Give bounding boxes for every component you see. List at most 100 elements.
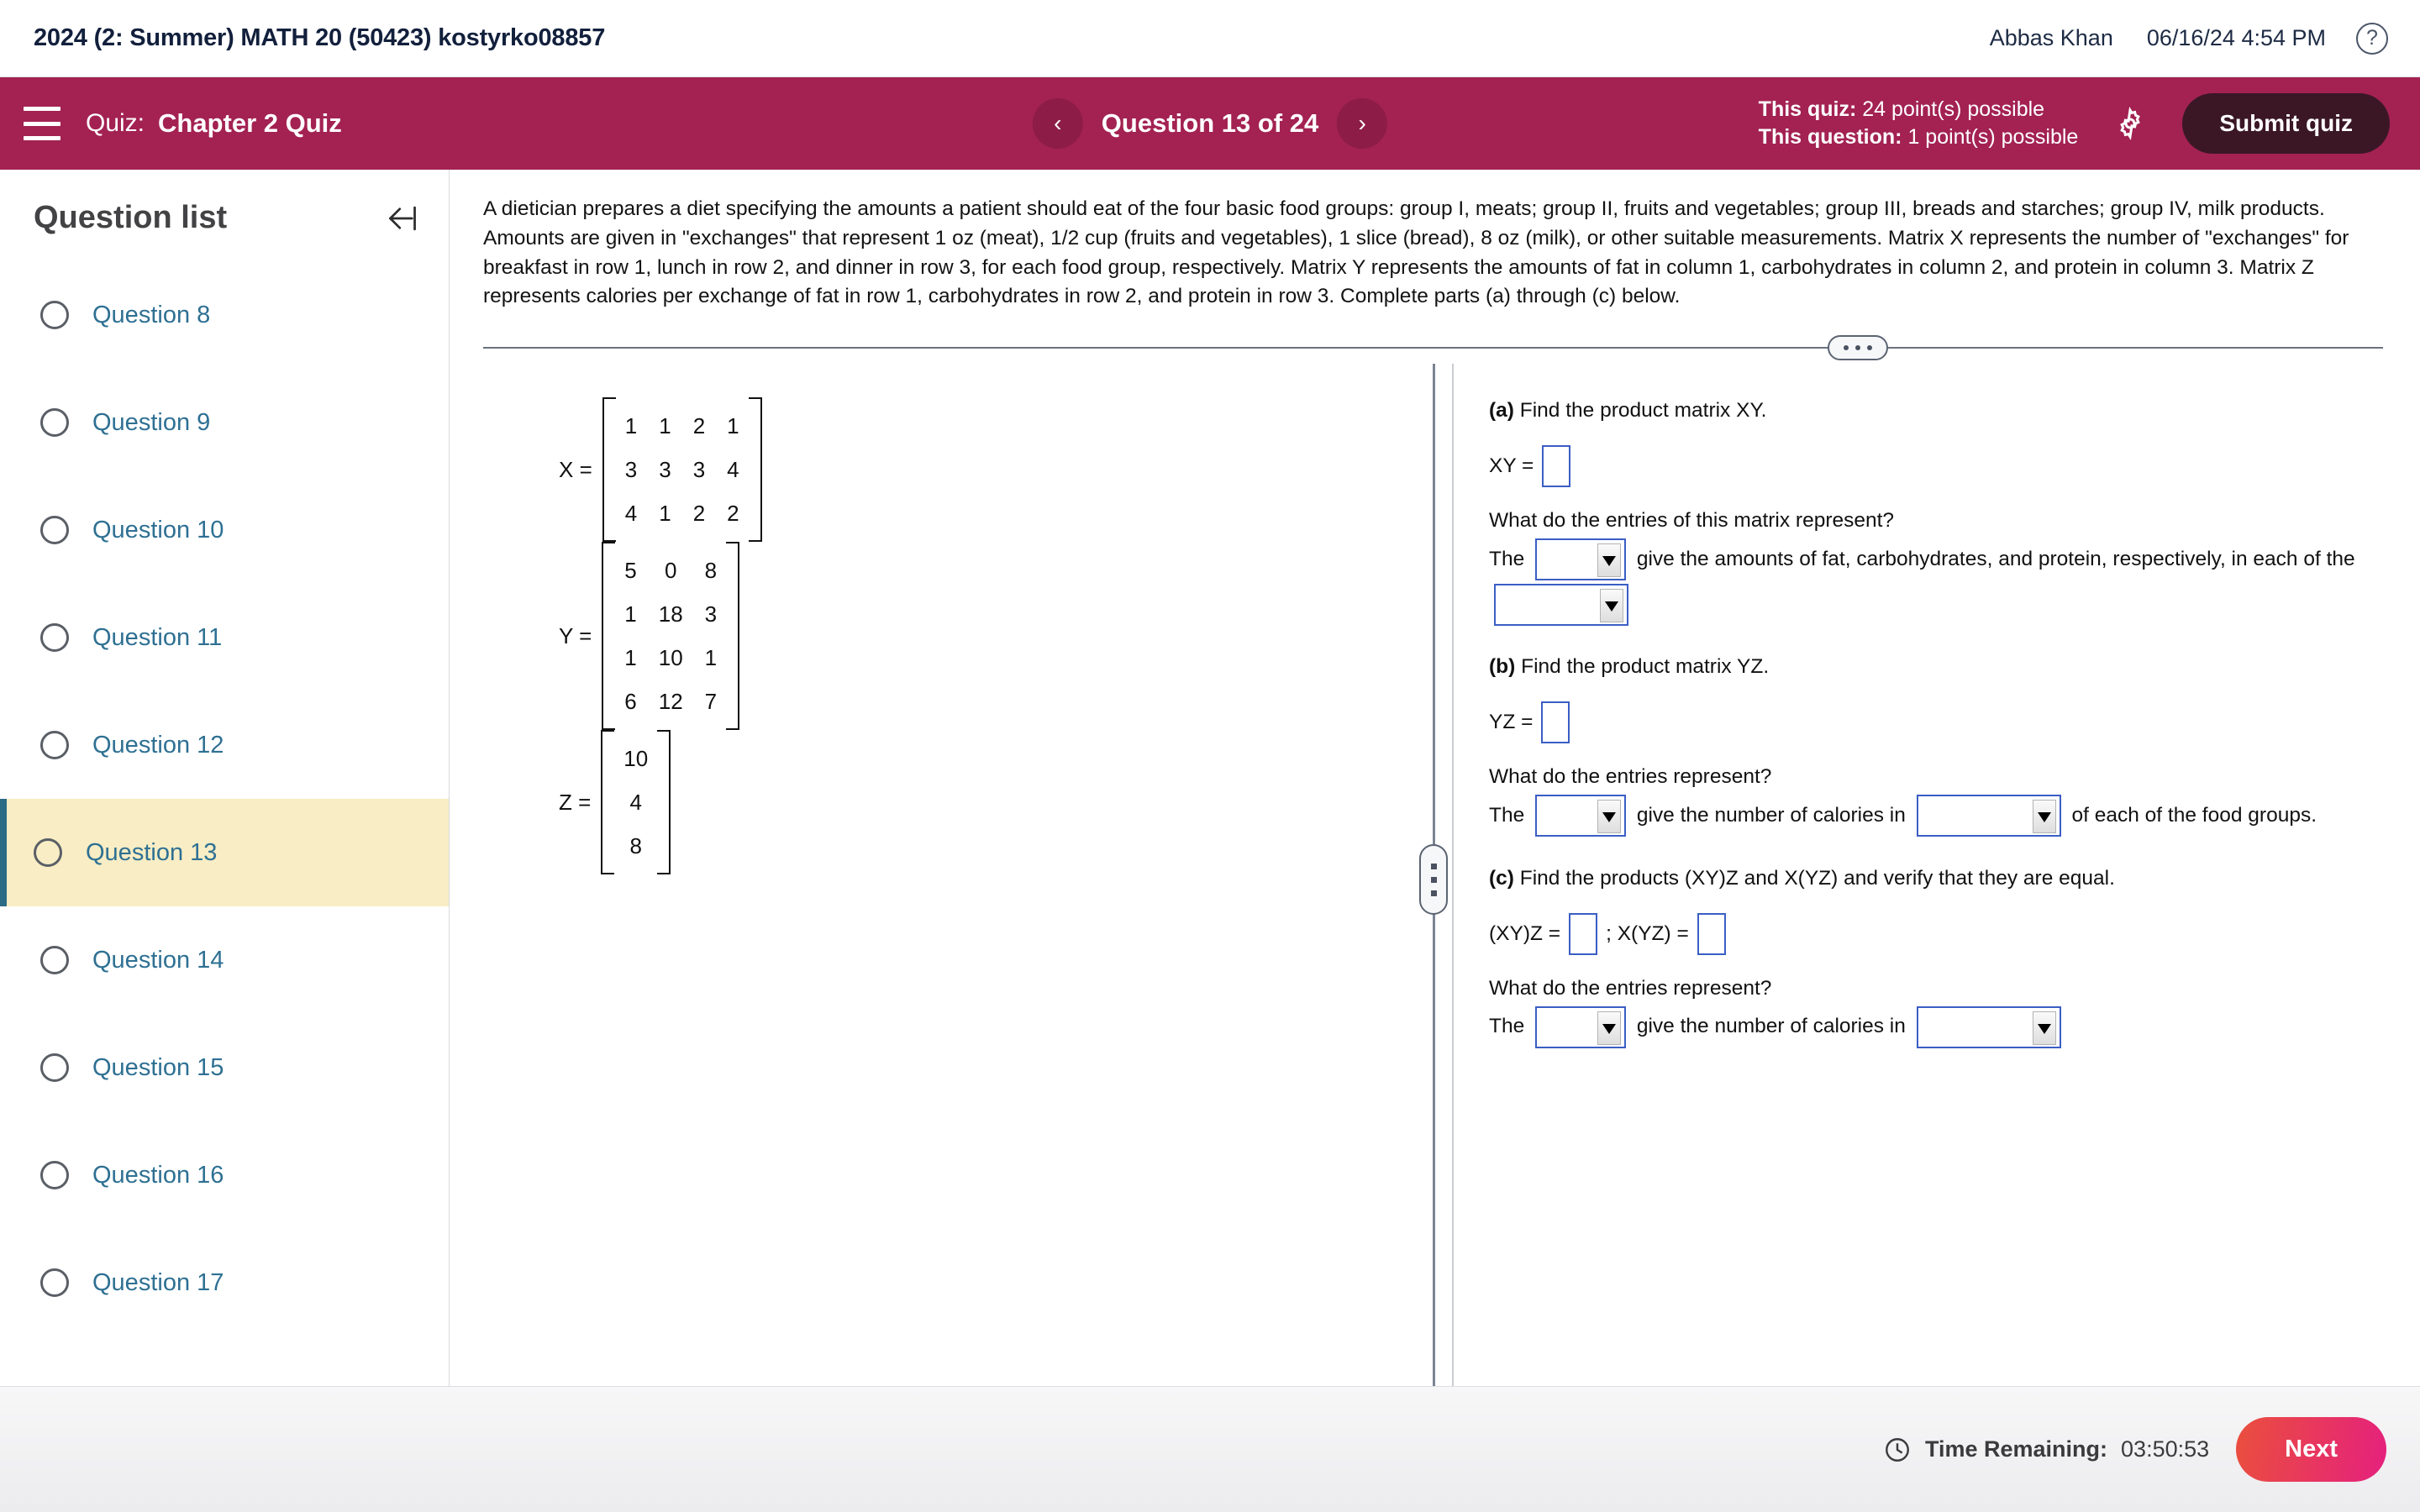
question-status-radio[interactable] — [40, 1268, 69, 1297]
part-a-dropdown-2[interactable] — [1494, 584, 1628, 627]
chevron-down-icon — [2037, 812, 2051, 823]
next-question-button[interactable]: › — [1337, 98, 1388, 149]
time-remaining-value: 03:50:53 — [2121, 1436, 2210, 1462]
part-b-answer-label: YZ = — [1489, 711, 1534, 734]
this-quiz-points: This quiz: 24 point(s) possible — [1759, 96, 2079, 123]
matrix-z-bracket: 10 4 8 — [601, 730, 671, 875]
quiz-toolbar-right: This quiz: 24 point(s) possible This que… — [1759, 93, 2390, 154]
sidebar-item-question-9[interactable]: Question 9 — [0, 369, 449, 476]
sidebar-item-label: Question 8 — [92, 301, 211, 328]
divider-line — [483, 347, 2383, 349]
drag-handle-dots-vertical-icon[interactable] — [1419, 844, 1448, 916]
part-a-label: (a) — [1489, 399, 1514, 423]
sidebar-item-label: Question 13 — [86, 838, 218, 866]
question-status-radio[interactable] — [40, 408, 69, 437]
sidebar-item-label: Question 15 — [92, 1053, 224, 1081]
points-summary: This quiz: 24 point(s) possible This que… — [1759, 96, 2079, 151]
part-a-dropdown-1[interactable] — [1535, 538, 1627, 581]
course-title: 2024 (2: Summer) MATH 20 (50423) kostyrk… — [34, 24, 606, 51]
matrix-cell: 8 — [704, 558, 718, 584]
matrix-x-label: X = — [559, 456, 592, 482]
matrix-cell: 7 — [704, 689, 718, 715]
matrix-y-label: Y = — [559, 622, 592, 648]
chevron-down-icon — [2037, 1023, 2051, 1034]
sidebar-item-label: Question 10 — [92, 516, 224, 543]
chevron-down-icon — [1605, 601, 1618, 612]
matrix-cell: 2 — [727, 501, 739, 527]
part-c-answer-row: (XY)Z = ; X(YZ) = — [1489, 912, 2386, 955]
stem-divider — [450, 330, 2420, 364]
question-status-radio[interactable] — [40, 1053, 69, 1082]
part-b-dropdown-2[interactable] — [1916, 795, 2061, 837]
this-question-value: 1 point(s) possible — [1907, 125, 2079, 149]
yz-answer-input[interactable] — [1541, 701, 1570, 744]
sidebar-item-question-14[interactable]: Question 14 — [0, 906, 449, 1014]
sidebar-item-question-13[interactable]: Question 13 — [0, 799, 449, 906]
hamburger-menu-icon[interactable] — [24, 107, 60, 140]
sidebar-item-question-15[interactable]: Question 15 — [0, 1014, 449, 1121]
quiz-name: Chapter 2 Quiz — [158, 108, 342, 138]
part-c-subquestion: What do the entries represent? — [1489, 976, 1772, 1000]
matrix-cell: 4 — [629, 790, 642, 816]
answer-form-pane: (a) Find the product matrix XY. XY = Wha… — [1454, 364, 2420, 1386]
question-status-radio[interactable] — [34, 838, 62, 867]
matrix-cell: 1 — [659, 501, 671, 527]
question-status-radio[interactable] — [40, 301, 69, 329]
matrix-cell: 2 — [692, 501, 706, 527]
submit-quiz-button[interactable]: Submit quiz — [2182, 93, 2390, 154]
next-button[interactable]: Next — [2236, 1417, 2386, 1482]
part-b-label: (b) — [1489, 655, 1516, 679]
top-header-bar: 2024 (2: Summer) MATH 20 (50423) kostyrk… — [0, 0, 2420, 77]
sidebar-item-label: Question 12 — [92, 731, 224, 759]
sidebar-item-label: Question 17 — [92, 1268, 224, 1296]
x-yz-answer-input[interactable] — [1697, 912, 1726, 955]
matrix-cell: 3 — [692, 457, 706, 483]
sidebar-item-label: Question 16 — [92, 1161, 224, 1189]
question-stem: A dietician prepares a diet specifying t… — [483, 197, 2349, 308]
matrix-cell: 1 — [624, 413, 638, 439]
part-c-sentence: The give the number of calories in — [1489, 1004, 2386, 1049]
matrix-y: Y = 5 0 8 1 18 3 1 10 1 6 12 7 — [559, 542, 1433, 731]
sidebar-item-question-17[interactable]: Question 17 — [0, 1229, 449, 1336]
part-a-sentence-3: of the — [2303, 547, 2355, 570]
xyz-answer-input[interactable] — [1569, 912, 1598, 955]
matrix-cell: 3 — [704, 601, 718, 627]
sidebar-item-label: Question 9 — [92, 408, 211, 436]
matrix-cell: 1 — [624, 645, 637, 671]
sidebar-item-question-16[interactable]: Question 16 — [0, 1121, 449, 1229]
part-c-dropdown-1[interactable] — [1535, 1005, 1627, 1048]
part-b-prompt: (b) Find the product matrix YZ. — [1489, 652, 2386, 683]
xy-answer-input[interactable] — [1542, 444, 1571, 487]
part-a-subquestion: What do the entries of this matrix repre… — [1489, 508, 1895, 532]
pane-splitter[interactable] — [1419, 364, 1448, 1386]
collapse-left-icon[interactable] — [385, 202, 420, 234]
previous-question-button[interactable]: ‹ — [1032, 98, 1083, 149]
question-status-radio[interactable] — [40, 623, 69, 652]
question-status-radio[interactable] — [40, 731, 69, 759]
clock-icon — [1886, 1437, 1909, 1462]
sidebar-item-question-12[interactable]: Question 12 — [0, 691, 449, 799]
question-status-radio[interactable] — [40, 946, 69, 974]
matrix-cell: 18 — [658, 601, 683, 627]
matrix-group: X = 1 1 2 1 3 3 3 4 4 1 2 2 Y = 5 0 8 1 … — [450, 397, 1433, 875]
sidebar-item-question-11[interactable]: Question 11 — [0, 584, 449, 691]
part-c-text: Find the products (XY)Z and X(YZ) and ve… — [1513, 866, 2115, 890]
part-c-dropdown-2[interactable] — [1916, 1005, 2061, 1048]
part-b-dropdown-1[interactable] — [1535, 795, 1627, 837]
sidebar-item-question-8[interactable]: Question 8 — [0, 261, 449, 369]
drag-handle-dots-horizontal-icon[interactable] — [1828, 335, 1888, 361]
chevron-down-icon — [1602, 812, 1617, 823]
matrix-cell: 1 — [704, 645, 718, 671]
question-navigator: ‹ Question 13 of 24 › — [1032, 98, 1388, 149]
question-status-radio[interactable] — [40, 516, 69, 544]
user-name: Abbas Khan — [1989, 25, 2113, 50]
question-status-radio[interactable] — [40, 1161, 69, 1189]
matrix-cell: 3 — [624, 457, 638, 483]
part-a-answer-row: XY = — [1489, 444, 2386, 487]
current-datetime: 06/16/24 4:54 PM — [2146, 25, 2326, 50]
question-mark-circle-icon[interactable]: ? — [2356, 22, 2388, 55]
gear-icon[interactable] — [2113, 107, 2147, 140]
this-question-label: This question: — [1758, 125, 1902, 149]
matrix-x-bracket: 1 1 2 1 3 3 3 4 4 1 2 2 — [602, 397, 762, 543]
sidebar-item-question-10[interactable]: Question 10 — [0, 476, 449, 584]
